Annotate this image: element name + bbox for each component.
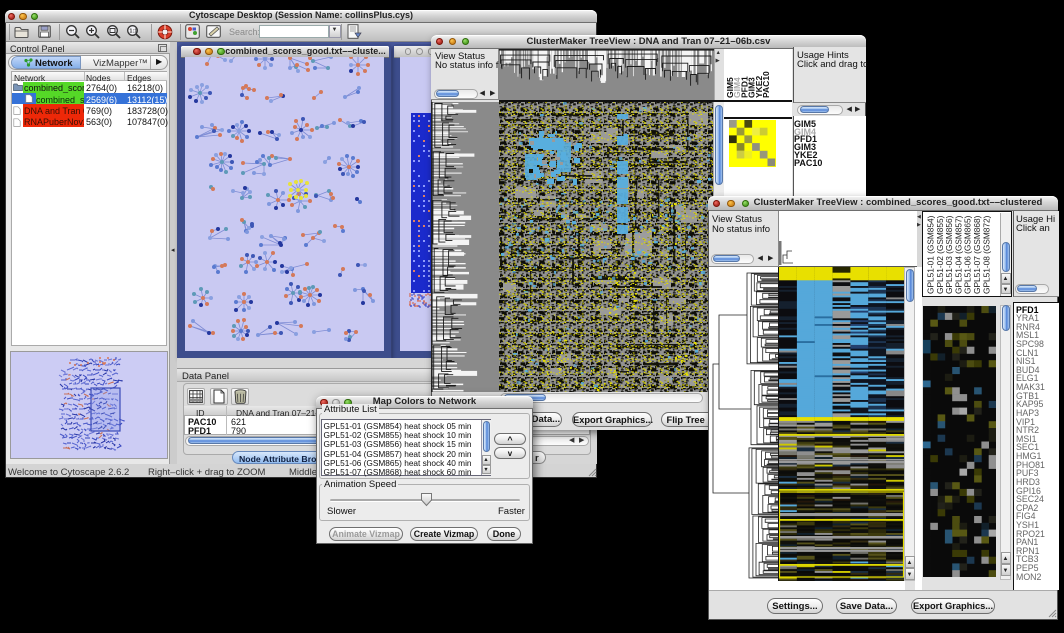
- svg-text:1:1: 1:1: [129, 29, 137, 35]
- svg-text:PAC10: PAC10: [761, 71, 771, 98]
- svg-text:GPL51-08 (GSM872): GPL51-08 (GSM872): [981, 215, 991, 294]
